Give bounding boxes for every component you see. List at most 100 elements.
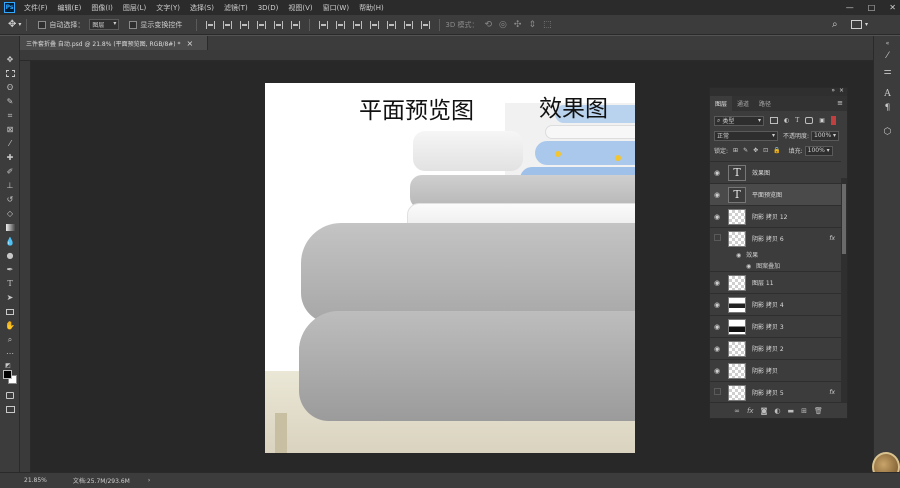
brush-tool-icon[interactable]: ✐ <box>4 166 16 177</box>
distribute-left-icon[interactable] <box>370 20 380 29</box>
auto-select-checkbox[interactable] <box>38 20 47 29</box>
new-group-icon[interactable]: ▬ <box>787 407 794 415</box>
filter-adjust-icon[interactable]: ◐ <box>784 117 789 124</box>
filter-text-icon[interactable]: T <box>795 117 799 124</box>
document-tab-close-icon[interactable]: × <box>187 39 194 48</box>
new-layer-icon[interactable]: ⊞ <box>801 407 807 415</box>
delete-layer-icon[interactable]: 🗑 <box>814 407 823 415</box>
layer-name[interactable]: 阴影 拷贝 <box>752 366 778 375</box>
move-tool-icon[interactable]: ✥ <box>8 19 16 30</box>
layer-row-selected[interactable]: ◉ T 平面预览图 <box>710 183 841 205</box>
clone-stamp-tool-icon[interactable]: ⊥ <box>4 180 16 191</box>
minimize-button[interactable]: — <box>846 3 854 12</box>
dodge-tool-icon[interactable]: ● <box>4 250 16 261</box>
3d-slide-icon[interactable]: ⇕ <box>528 20 536 30</box>
quick-mask-icon[interactable] <box>4 390 16 401</box>
layer-row[interactable]: ◉ 阴影 拷贝 2 <box>710 337 841 359</box>
layer-name[interactable]: 阴影 拷贝 4 <box>752 300 784 309</box>
horizontal-ruler[interactable] <box>20 50 873 61</box>
layer-name[interactable]: 阴影 拷贝 6 <box>752 234 784 243</box>
zoom-tool-icon[interactable]: ⌕ <box>4 334 16 345</box>
auto-align-icon[interactable] <box>421 20 431 29</box>
pen-tool-icon[interactable]: ✒ <box>4 264 16 275</box>
marquee-tool-icon[interactable] <box>4 68 16 79</box>
3d-scale-icon[interactable]: ⬚ <box>543 20 552 30</box>
menu-type[interactable]: 文字(Y) <box>151 3 185 13</box>
lock-image-icon[interactable]: ✎ <box>743 147 748 154</box>
tab-paths[interactable]: 路径 <box>754 96 776 111</box>
layer-row[interactable]: 阴影 拷贝 6 fx <box>710 227 841 249</box>
quick-select-tool-icon[interactable]: ✎ <box>4 96 16 107</box>
3d-rotate-icon[interactable]: ⟲ <box>484 20 492 30</box>
align-bottom-icon[interactable] <box>240 20 250 29</box>
tab-layers[interactable]: 图层 <box>710 96 733 111</box>
tool-preset-arrow-icon[interactable]: ▾ <box>18 21 21 28</box>
panel-header[interactable]: » × <box>710 87 847 96</box>
panel-menu-icon[interactable]: ≡ <box>837 99 843 107</box>
menu-select[interactable]: 选择(S) <box>185 3 219 13</box>
3d-panel-icon[interactable]: ⬡ <box>882 126 893 137</box>
move-tool-icon[interactable]: ✥ <box>4 54 16 65</box>
visibility-eye-icon[interactable]: ◉ <box>710 213 724 221</box>
visibility-eye-icon[interactable]: ◉ <box>710 191 724 199</box>
align-right-icon[interactable] <box>291 20 301 29</box>
auto-select-dropdown[interactable]: 图层 <box>89 19 120 30</box>
distribute-right-icon[interactable] <box>404 20 414 29</box>
layer-row[interactable]: ◉ 阴影 拷贝 3 <box>710 315 841 337</box>
filter-toggle-icon[interactable] <box>830 116 836 125</box>
menu-view[interactable]: 视图(V) <box>283 3 317 13</box>
eyedropper-tool-icon[interactable]: ⁄ <box>4 138 16 149</box>
workspace-arrow-icon[interactable]: ▾ <box>865 21 868 28</box>
layer-name[interactable]: 平面预览图 <box>752 190 782 199</box>
more-tools-icon[interactable]: ⋯ <box>4 348 16 359</box>
visibility-eye-icon[interactable]: ◉ <box>710 279 724 287</box>
link-layers-icon[interactable]: ∞ <box>734 407 740 415</box>
layer-name[interactable]: 阴影 拷贝 12 <box>752 212 787 221</box>
hand-tool-icon[interactable]: ✋ <box>4 320 16 331</box>
visibility-eye-icon[interactable]: ◉ <box>710 323 724 331</box>
document-canvas[interactable]: 平面预览图 效果图 <box>265 83 635 453</box>
visibility-eye-icon[interactable]: ◉ <box>710 367 724 375</box>
show-transform-checkbox[interactable] <box>129 20 138 29</box>
layer-row[interactable]: ◉ 阴影 拷贝 4 <box>710 293 841 315</box>
panel-close-icon[interactable]: × <box>839 87 844 94</box>
workspace-icon[interactable] <box>851 20 862 29</box>
align-top-icon[interactable] <box>206 20 216 29</box>
lock-artboard-icon[interactable]: ⊡ <box>763 147 768 154</box>
layer-name[interactable]: 阴影 拷贝 3 <box>752 322 784 331</box>
blend-mode-dropdown[interactable]: 正常 <box>714 130 778 141</box>
visibility-off-icon[interactable] <box>710 234 724 243</box>
menu-filter[interactable]: 滤镜(T) <box>219 3 253 13</box>
vertical-ruler[interactable] <box>20 61 31 472</box>
menu-3d[interactable]: 3D(D) <box>253 4 284 12</box>
lasso-tool-icon[interactable]: ʘ <box>4 82 16 93</box>
filter-kind-dropdown[interactable]: ⌕ 类型 <box>714 115 764 126</box>
new-adjustment-icon[interactable]: ◐ <box>774 407 780 415</box>
3d-drag-icon[interactable]: ✣ <box>514 20 522 30</box>
close-button[interactable]: ✕ <box>889 3 896 12</box>
align-vcenter-icon[interactable] <box>223 20 233 29</box>
lock-position-icon[interactable]: ✥ <box>753 147 758 154</box>
effects-eye-icon[interactable]: ◉ <box>736 252 741 259</box>
brush-settings-icon[interactable]: ⁄ <box>882 50 893 61</box>
zoom-level[interactable]: 21.85% <box>24 477 47 484</box>
layer-name[interactable]: 阴影 拷贝 2 <box>752 344 784 353</box>
menu-edit[interactable]: 编辑(E) <box>53 3 87 13</box>
history-brush-tool-icon[interactable]: ↺ <box>4 194 16 205</box>
layer-row[interactable]: ◉ 阴影 拷贝 <box>710 359 841 381</box>
visibility-off-icon[interactable] <box>710 388 724 397</box>
frame-tool-icon[interactable]: ⊠ <box>4 124 16 135</box>
distribute-bottom-icon[interactable] <box>353 20 363 29</box>
rectangle-tool-icon[interactable] <box>4 306 16 317</box>
pattern-overlay-row[interactable]: ◉ 图案叠加 <box>746 261 780 270</box>
menu-file[interactable]: 文件(F) <box>19 3 53 13</box>
layer-effects-icon[interactable]: fx <box>829 235 835 242</box>
document-tab[interactable]: 三件套折叠 自动.psd @ 21.8% (平面预览图, RGB/8#) * × <box>20 36 208 50</box>
layer-row[interactable]: ◉ 图层 11 <box>710 271 841 293</box>
distribute-hcenter-icon[interactable] <box>387 20 397 29</box>
paragraph-icon[interactable]: ¶ <box>882 102 893 113</box>
lock-transparent-icon[interactable]: ⊞ <box>733 147 738 154</box>
menu-window[interactable]: 窗口(W) <box>318 3 354 13</box>
fill-field[interactable]: 100% <box>804 145 833 156</box>
distribute-vcenter-icon[interactable] <box>336 20 346 29</box>
